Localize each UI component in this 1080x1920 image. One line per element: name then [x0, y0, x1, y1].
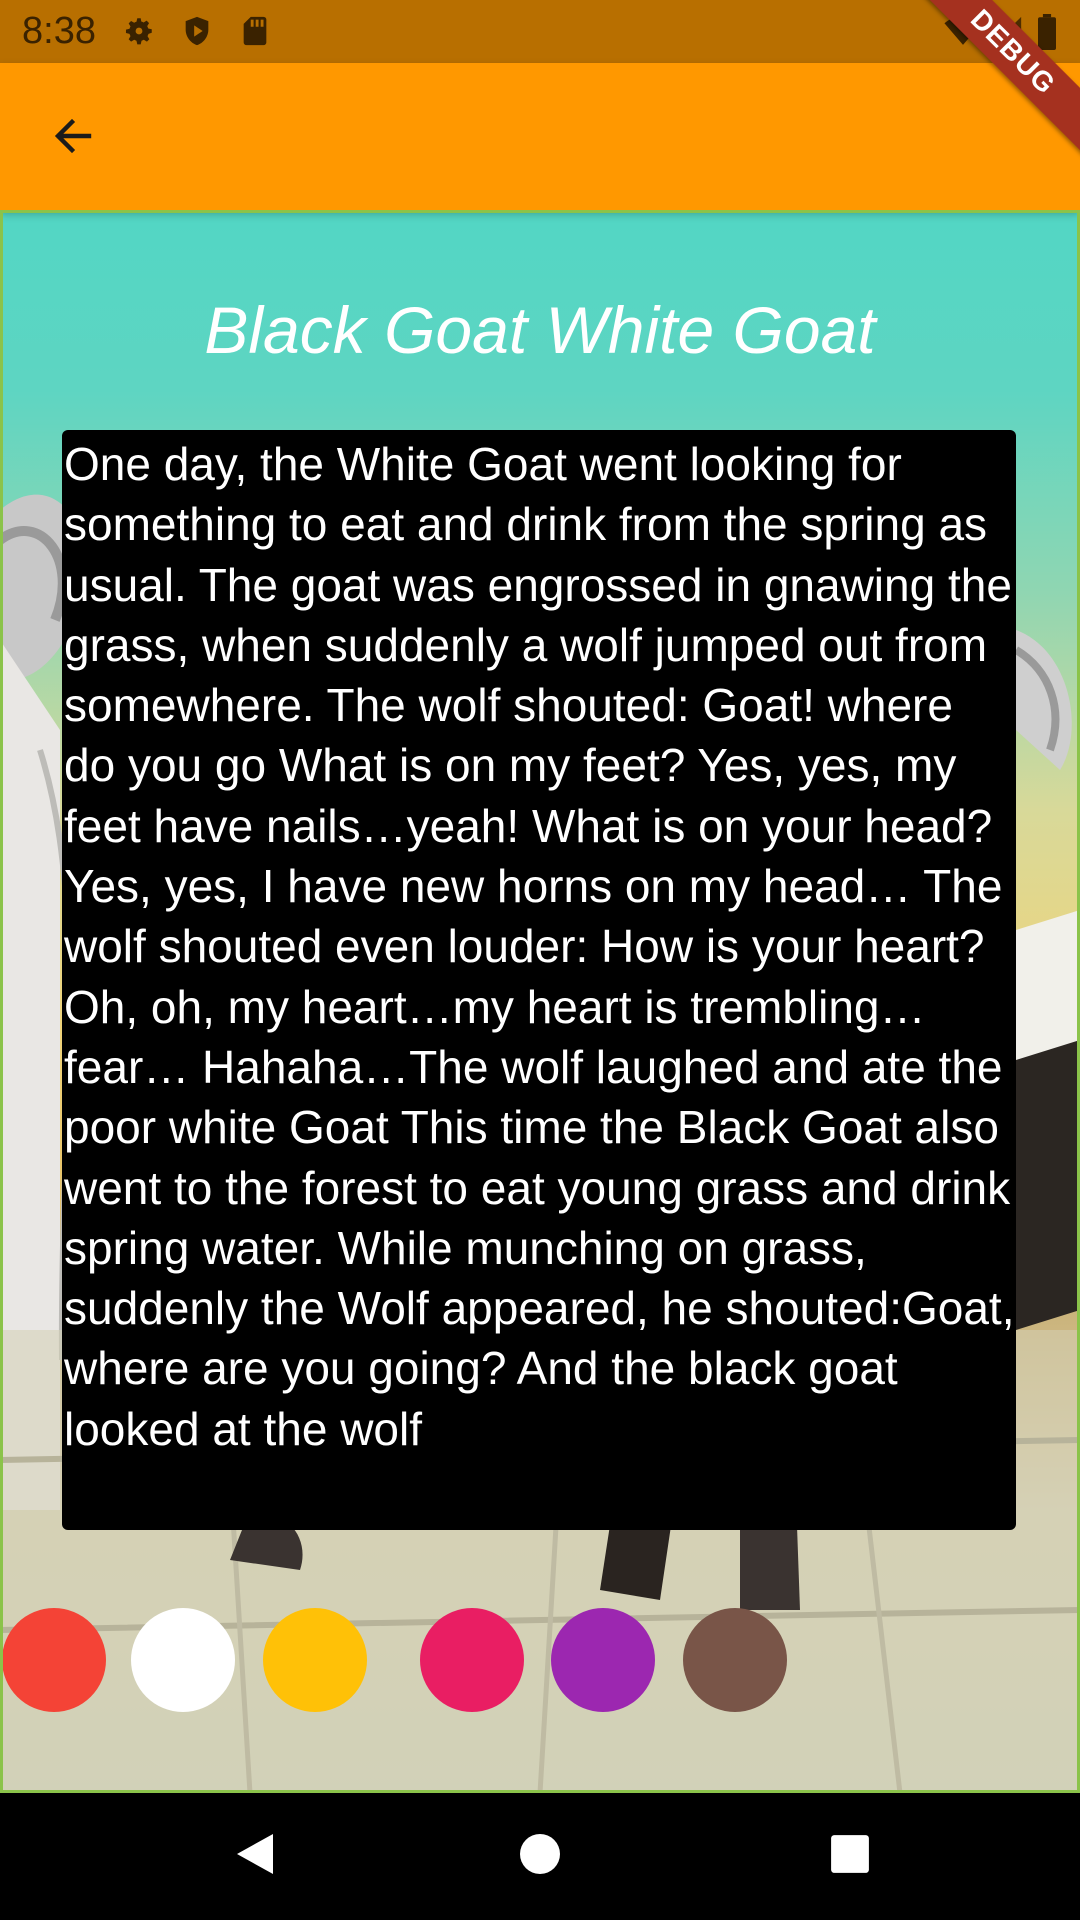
back-triangle-icon — [233, 1830, 277, 1882]
app-bar — [0, 63, 1080, 210]
nav-home-button[interactable] — [505, 1821, 575, 1891]
app-screen: 8:38 DEBUG Black Goat White Goat One day… — [0, 0, 1080, 1920]
home-circle-icon — [518, 1832, 562, 1880]
story-text: One day, the White Goat went looking for… — [64, 438, 1015, 1455]
back-button[interactable] — [34, 103, 112, 173]
system-nav-bar — [0, 1793, 1080, 1920]
recents-square-icon — [829, 1833, 871, 1879]
color-swatch-brown[interactable] — [683, 1608, 787, 1712]
story-text-box[interactable]: One day, the White Goat went looking for… — [62, 430, 1016, 1530]
color-swatch-pink[interactable] — [420, 1608, 524, 1712]
color-swatch-purple[interactable] — [551, 1608, 655, 1712]
color-swatch-red[interactable] — [2, 1608, 106, 1712]
story-content: Black Goat White Goat One day, the White… — [0, 210, 1080, 1793]
nav-back-button[interactable] — [220, 1821, 290, 1891]
shield-play-icon — [180, 14, 214, 48]
status-bar: 8:38 — [0, 0, 1080, 63]
status-time: 8:38 — [22, 10, 96, 52]
color-swatch-amber[interactable] — [263, 1608, 367, 1712]
arrow-back-icon — [49, 112, 97, 164]
sd-card-icon — [238, 14, 272, 48]
color-swatch-white[interactable] — [131, 1608, 235, 1712]
gear-icon — [122, 14, 156, 48]
battery-icon — [1036, 14, 1058, 50]
nav-recents-button[interactable] — [815, 1821, 885, 1891]
story-title: Black Goat White Goat — [204, 293, 876, 367]
